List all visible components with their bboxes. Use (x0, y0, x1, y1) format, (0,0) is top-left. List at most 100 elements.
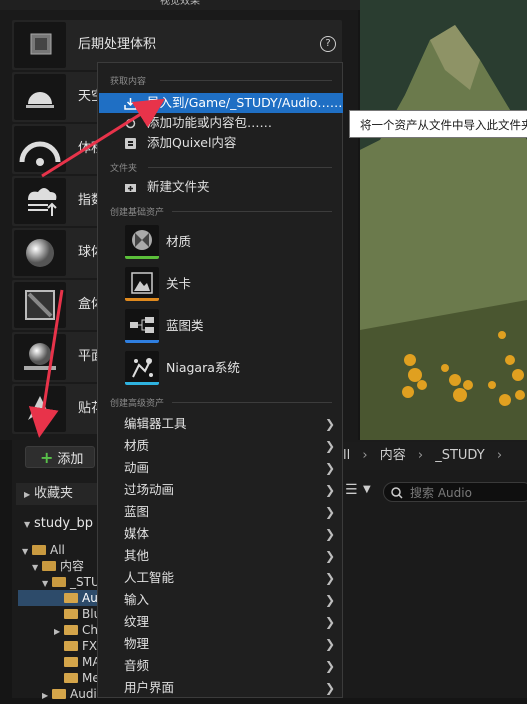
submenu-material[interactable]: 材质 ❯ (99, 435, 343, 457)
tree-item[interactable]: Blu (54, 606, 101, 622)
folder-icon (32, 544, 46, 555)
search-input[interactable]: 搜索 Audio (383, 482, 527, 502)
niagara-system-asset-item[interactable]: Niagara系统 (99, 349, 343, 391)
submenu-input[interactable]: 输入 ❯ (99, 589, 343, 611)
chevron-right-icon: › (417, 448, 424, 463)
box-reflection-icon (14, 282, 66, 328)
volumetric-cloud-icon (14, 126, 66, 172)
viewport-landscape (360, 0, 527, 440)
import-icon (124, 98, 137, 110)
submenu-label: 编辑器工具 (124, 416, 187, 431)
level-asset-item[interactable]: 关卡 (99, 265, 343, 307)
import-menu-item[interactable]: 导入到/Game/_STUDY/Audio…… (99, 93, 343, 113)
folder-icon (52, 688, 66, 699)
material-asset-item[interactable]: 材质 (99, 223, 343, 265)
submenu-texture[interactable]: 纹理 ❯ (99, 611, 343, 633)
add-button[interactable]: + 添加 (25, 446, 95, 468)
submenu-media[interactable]: 媒体 ❯ (99, 523, 343, 545)
chevron-right-icon: ▶ (24, 490, 31, 499)
tree-item-all[interactable]: ▼ All (22, 542, 65, 558)
tree-label: Audi (70, 687, 97, 701)
tree-item[interactable]: FX (54, 638, 97, 654)
section-header-get-content: 获取内容 (110, 77, 147, 87)
submenu-audio[interactable]: 音频 ❯ (99, 655, 343, 677)
add-menu: 获取内容 导入到/Game/_STUDY/Audio…… 添加功能或内容包…… … (97, 62, 343, 698)
asset-label: 关卡 (166, 276, 192, 291)
search-bar: ☰ ▼ 搜索 Audio (343, 478, 527, 506)
post-process-volume-icon (14, 22, 66, 68)
submenu-label: 过场动画 (124, 482, 175, 497)
submenu-label: 物理 (124, 636, 150, 651)
breadcrumb-item[interactable]: 内容 (380, 448, 406, 463)
new-folder-icon (125, 184, 136, 192)
tree-item-content[interactable]: ▼ 内容 (32, 558, 84, 574)
chevron-right-icon: ❯ (324, 637, 335, 651)
section-header-folder: 文件夹 (110, 164, 138, 174)
submenu-label: 蓝图 (124, 504, 150, 519)
folder-icon (64, 592, 78, 603)
sphere-reflection-icon (14, 230, 66, 276)
submenu-label: 材质 (124, 438, 150, 453)
menu-item-label: 添加功能或内容包…… (147, 115, 273, 130)
chevron-down-icon: ▼ (32, 563, 39, 572)
chevron-right-icon: › (496, 448, 503, 463)
submenu-animation[interactable]: 动画 ❯ (99, 457, 343, 479)
folder-icon (42, 560, 56, 571)
chevron-right-icon: ❯ (324, 681, 335, 695)
folder-icon (64, 608, 78, 619)
tree-item[interactable]: ▶ Ch (54, 622, 98, 638)
asset-label: 材质 (166, 234, 192, 249)
submenu-label: 动画 (124, 460, 150, 475)
submenu-label: 纹理 (124, 614, 150, 629)
tree-item[interactable]: MA (54, 654, 101, 670)
tree-item[interactable]: Me (54, 670, 100, 686)
submenu-misc[interactable]: 其他 ❯ (99, 545, 343, 567)
new-folder-menu-item[interactable]: 新建文件夹 (99, 177, 343, 197)
chevron-right-icon: ❯ (324, 659, 335, 673)
material-icon (125, 225, 159, 259)
tree-label: 内容 (60, 559, 85, 573)
submenu-label: 媒体 (124, 526, 150, 541)
add-feature-menu-item[interactable]: 添加功能或内容包…… (99, 113, 343, 133)
submenu-ai[interactable]: 人工智能 ❯ (99, 567, 343, 589)
submenu-cinematics[interactable]: 过场动画 ❯ (99, 479, 343, 501)
submenu-label: 人工智能 (124, 570, 175, 585)
chevron-right-icon: ❯ (324, 593, 335, 607)
blueprint-class-asset-item[interactable]: 蓝图类 (99, 307, 343, 349)
chevron-right-icon: ❯ (324, 571, 335, 585)
submenu-user-interface[interactable]: 用户界面 ❯ (99, 677, 343, 699)
asset-label: Niagara系统 (166, 360, 240, 375)
sky-light-icon (14, 74, 66, 120)
submenu-physics[interactable]: 物理 ❯ (99, 633, 343, 655)
niagara-icon (125, 351, 159, 385)
submenu-editor-tools[interactable]: 编辑器工具 ❯ (99, 413, 343, 435)
menu-item-label: 导入到/Game/_STUDY/Audio…… (147, 95, 343, 110)
search-icon (391, 487, 403, 499)
tree-label: Ch (82, 623, 98, 637)
submenu-label: 用户界面 (124, 680, 175, 695)
breadcrumb-item[interactable]: ll (343, 448, 350, 463)
favorites-section[interactable]: ▶ 收藏夹 (16, 483, 104, 505)
tree-item[interactable]: ▶ Audi (42, 686, 97, 702)
chevron-down-icon[interactable]: ▼ (363, 484, 371, 495)
top-title: 视觉效果 (0, 0, 360, 10)
help-icon[interactable]: ? (320, 36, 336, 52)
folder-icon (64, 672, 78, 683)
breadcrumb: ll › 内容 › _STUDY › (343, 442, 527, 470)
section-header-basic-assets: 创建基础资产 (110, 208, 165, 218)
quixel-icon (125, 138, 136, 149)
submenu-label: 音频 (124, 658, 150, 673)
filter-icon[interactable]: ☰ (345, 482, 358, 498)
plus-icon: + (40, 448, 54, 467)
project-section[interactable]: ▼ study_bp (16, 513, 104, 535)
chevron-right-icon: ❯ (324, 505, 335, 519)
tree-label: All (50, 543, 65, 557)
chevron-right-icon: ❯ (324, 461, 335, 475)
chevron-right-icon: ❯ (324, 615, 335, 629)
submenu-blueprint[interactable]: 蓝图 ❯ (99, 501, 343, 523)
planar-reflection-icon (14, 334, 66, 380)
chevron-right-icon: ❯ (324, 439, 335, 453)
chevron-down-icon: ▼ (24, 520, 31, 529)
add-quixel-menu-item[interactable]: 添加Quixel内容 (99, 133, 343, 153)
breadcrumb-item[interactable]: _STUDY (435, 448, 484, 463)
